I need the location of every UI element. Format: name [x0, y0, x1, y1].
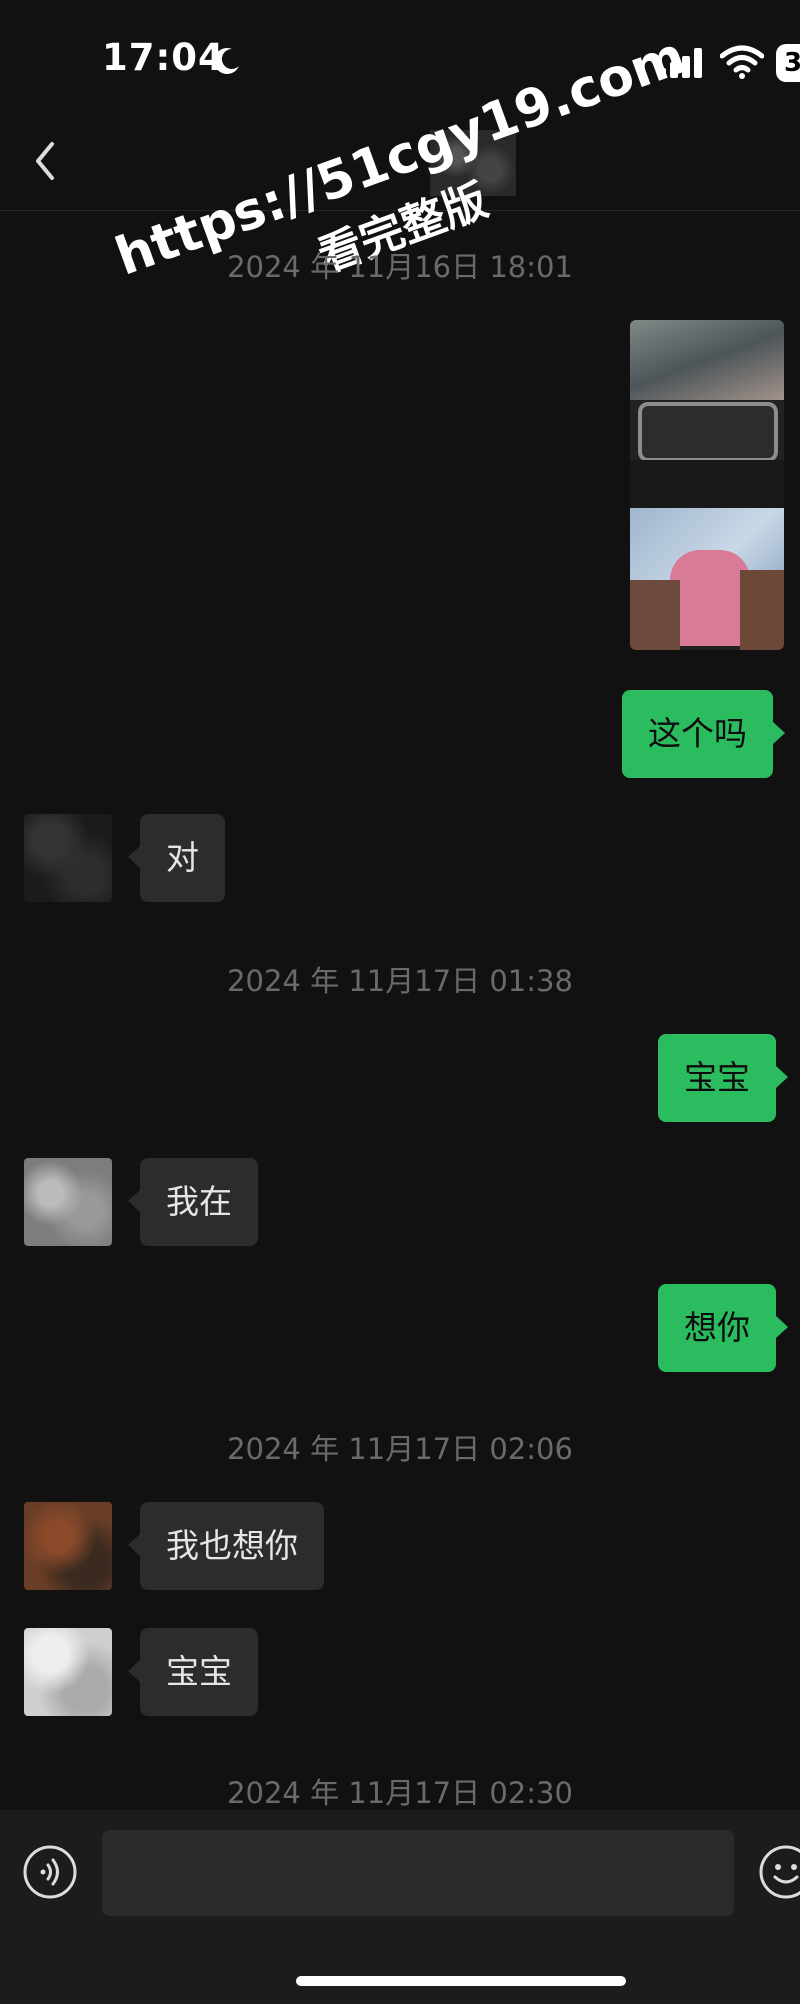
voice-icon[interactable] — [22, 1844, 78, 1900]
emoji-icon[interactable] — [758, 1844, 800, 1900]
outgoing-message[interactable]: 这个吗 — [622, 690, 785, 778]
avatar[interactable] — [24, 814, 112, 902]
status-bar: 17:04 3 — [0, 0, 800, 110]
avatar[interactable] — [24, 1502, 112, 1590]
avatar[interactable] — [24, 1158, 112, 1246]
wifi-icon — [720, 45, 764, 79]
incoming-message[interactable]: 对 — [128, 814, 225, 902]
incoming-message[interactable]: 宝宝 — [128, 1628, 258, 1716]
chevron-left-icon[interactable] — [28, 138, 64, 184]
outgoing-message[interactable]: 宝宝 — [658, 1034, 788, 1122]
moon-icon — [214, 48, 239, 74]
incoming-message[interactable]: 我在 — [128, 1158, 258, 1246]
image-region — [630, 320, 784, 400]
image-region — [638, 402, 778, 462]
image-region — [630, 460, 784, 510]
status-time: 17:04 — [102, 36, 225, 79]
timestamp: 2024 年 11月17日 01:38 — [227, 964, 573, 998]
battery-indicator: 3 — [776, 44, 800, 82]
image-region — [740, 570, 784, 650]
home-indicator[interactable] — [296, 1976, 626, 1986]
timestamp: 2024 年 11月17日 02:30 — [227, 1776, 573, 1810]
timestamp: 2024 年 11月17日 02:06 — [227, 1432, 573, 1466]
image-message[interactable] — [630, 320, 784, 650]
outgoing-message[interactable]: 想你 — [658, 1284, 788, 1372]
incoming-message[interactable]: 我也想你 — [128, 1502, 324, 1590]
message-input[interactable] — [102, 1830, 734, 1916]
contact-name-blurred — [430, 130, 516, 196]
nav-bar — [0, 110, 800, 211]
image-region — [670, 550, 750, 646]
avatar[interactable] — [24, 1628, 112, 1716]
input-bar — [0, 1810, 800, 2004]
signal-icon — [658, 48, 702, 78]
image-region — [630, 580, 680, 650]
timestamp: 2024 年 11月16日 18:01 — [227, 250, 573, 284]
